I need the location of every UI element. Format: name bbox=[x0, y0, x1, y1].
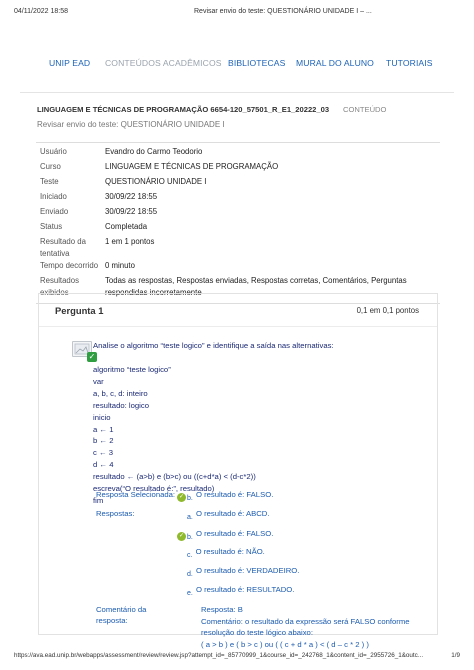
info-value: 30/09/22 18:55 bbox=[105, 207, 158, 216]
selected-answer-label: Resposta Selecionada: bbox=[96, 490, 176, 499]
code-line: resultado: logico bbox=[93, 400, 149, 410]
code-line: b ← 2 bbox=[93, 436, 114, 446]
correct-check-icon: ✓ bbox=[177, 493, 186, 502]
page-title: Revisar envio do teste: QUESTIONÁRIO UNI… bbox=[37, 120, 225, 129]
info-label: Teste bbox=[40, 177, 59, 186]
info-label: Curso bbox=[40, 162, 61, 171]
info-label: Iniciado bbox=[40, 192, 67, 201]
option-text: O resultado é: ABCD. bbox=[195, 509, 270, 518]
comment-answer: Resposta: B bbox=[201, 605, 243, 614]
info-value: LINGUAGEM E TÉCNICAS DE PROGRAMAÇÃO bbox=[105, 162, 279, 171]
nav-item-unip-ead[interactable]: UNIP EAD bbox=[49, 58, 90, 68]
info-label: Status bbox=[40, 222, 63, 231]
option-letter: b. bbox=[187, 534, 193, 541]
info-value: 1 em 1 pontos bbox=[105, 237, 155, 246]
option-text: O resultado é: FALSO. bbox=[195, 490, 274, 499]
question-title: Pergunta 1 bbox=[55, 305, 104, 316]
option-a: a. O resultado é: ABCD. bbox=[187, 509, 269, 521]
course-title[interactable]: LINGUAGEM E TÉCNICAS DE PROGRAMAÇÃO 6654… bbox=[37, 105, 329, 114]
info-value: Completada bbox=[105, 222, 148, 231]
algorithm-code: algoritmo “teste logico” var a, b, c, d:… bbox=[93, 364, 256, 507]
info-label: Usuário bbox=[40, 147, 67, 156]
code-line: d ← 4 bbox=[93, 460, 114, 470]
info-value: QUESTIONÁRIO UNIDADE I bbox=[105, 177, 207, 186]
code-line: inicio bbox=[93, 412, 111, 422]
comment-expression: ( a > b ) e ( b > c ) ou ( ( c + d * a )… bbox=[201, 639, 369, 649]
nav-item-bibliotecas[interactable]: BIBLIOTECAS bbox=[228, 58, 285, 68]
info-value: Evandro do Carmo Teodorio bbox=[105, 147, 203, 156]
selected-answer: ✓ b. O resultado é: FALSO. bbox=[177, 490, 273, 502]
code-line: c ← 3 bbox=[93, 448, 114, 458]
print-footer: https://ava.ead.unip.br/webapps/assessme… bbox=[14, 652, 460, 664]
question-card: Pergunta 1 0,1 em 0,1 pontos ✓ Analise o… bbox=[38, 293, 438, 649]
comment-label-line: resposta: bbox=[96, 616, 128, 625]
info-row-curso: Curso LINGUAGEM E TÉCNICAS DE PROGRAMAÇÃ… bbox=[36, 161, 440, 176]
breadcrumb-content[interactable]: CONTEÚDO bbox=[343, 105, 386, 114]
code-line: resultado ← (a>b) e (b>c) ou ((c+d*a) < … bbox=[93, 472, 256, 482]
option-b: ✓ b. O resultado é: FALSO. bbox=[177, 529, 273, 541]
code-line: algoritmo “teste logico” bbox=[93, 365, 171, 374]
answers-label: Respostas: bbox=[96, 509, 135, 518]
info-row-usuario: Usuário Evandro do Carmo Teodorio bbox=[36, 143, 440, 161]
question-statement: Analise o algoritmo “teste logico” e ide… bbox=[93, 341, 334, 350]
correct-check-icon: ✓ bbox=[177, 532, 186, 541]
option-c: c. O resultado é: NÃO. bbox=[187, 547, 265, 559]
option-letter: b. bbox=[187, 495, 193, 502]
comment-label-line: Comentário da bbox=[96, 605, 147, 614]
info-value: 0 minuto bbox=[105, 261, 135, 270]
info-label: Tempo decorrido bbox=[40, 261, 99, 270]
question-image-icon: ✓ bbox=[72, 341, 97, 362]
option-letter: e. bbox=[187, 590, 193, 597]
info-value: 30/09/22 18:55 bbox=[105, 192, 158, 201]
print-header: 04/11/2022 18:58 Revisar envio do teste:… bbox=[14, 8, 460, 20]
comment-text: Comentário: o resultado da expressão ser… bbox=[201, 616, 410, 638]
option-text: O resultado é: RESULTADO. bbox=[195, 585, 295, 594]
option-text: O resultado é: FALSO. bbox=[195, 529, 274, 538]
comment-body: Resposta: B Comentário: o resultado da e… bbox=[201, 604, 431, 650]
info-row-tempo: Tempo decorrido 0 minuto bbox=[36, 260, 440, 275]
print-doc-title: Revisar envio do teste: QUESTIONÁRIO UNI… bbox=[194, 8, 372, 15]
option-letter: d. bbox=[187, 571, 193, 578]
info-label: Enviado bbox=[40, 207, 69, 216]
comment-label: Comentário da resposta: bbox=[96, 604, 146, 626]
option-text: O resultado é: VERDADEIRO. bbox=[195, 566, 300, 575]
info-row-iniciado: Iniciado 30/09/22 18:55 bbox=[36, 191, 440, 206]
code-line: var bbox=[93, 376, 104, 386]
nav-item-conteudos-academicos[interactable]: CONTEÚDOS ACADÊMICOS bbox=[105, 58, 222, 68]
option-letter: c. bbox=[187, 552, 193, 559]
info-row-enviado: Enviado 30/09/22 18:55 bbox=[36, 206, 440, 221]
correct-check-icon: ✓ bbox=[87, 352, 97, 362]
info-row-resultado: Resultado da tentativa 1 em 1 pontos bbox=[36, 236, 440, 260]
print-page-number: 1/9 bbox=[451, 652, 460, 659]
print-datetime: 04/11/2022 18:58 bbox=[14, 8, 68, 15]
option-letter: a. bbox=[187, 514, 193, 521]
info-label: Resultado da tentativa bbox=[40, 237, 86, 258]
divider bbox=[39, 326, 437, 327]
info-row-status: Status Completada bbox=[36, 221, 440, 236]
option-e: e. O resultado é: RESULTADO. bbox=[187, 585, 294, 597]
nav-item-tutoriais[interactable]: TUTORIAIS bbox=[386, 58, 433, 68]
attempt-info-table: Usuário Evandro do Carmo Teodorio Curso … bbox=[36, 142, 440, 304]
top-navigation: UNIP EAD CONTEÚDOS ACADÊMICOS BIBLIOTECA… bbox=[20, 52, 454, 93]
option-text: O resultado é: NÃO. bbox=[195, 547, 265, 556]
code-line: a, b, c, d: inteiro bbox=[93, 388, 148, 398]
info-row-teste: Teste QUESTIONÁRIO UNIDADE I bbox=[36, 176, 440, 191]
option-d: d. O resultado é: VERDADEIRO. bbox=[187, 566, 299, 578]
question-points: 0,1 em 0,1 pontos bbox=[356, 306, 419, 315]
print-url: https://ava.ead.unip.br/webapps/assessme… bbox=[14, 652, 424, 659]
code-line: a ← 1 bbox=[93, 424, 114, 434]
nav-item-mural-do-aluno[interactable]: MURAL DO ALUNO bbox=[296, 58, 374, 68]
